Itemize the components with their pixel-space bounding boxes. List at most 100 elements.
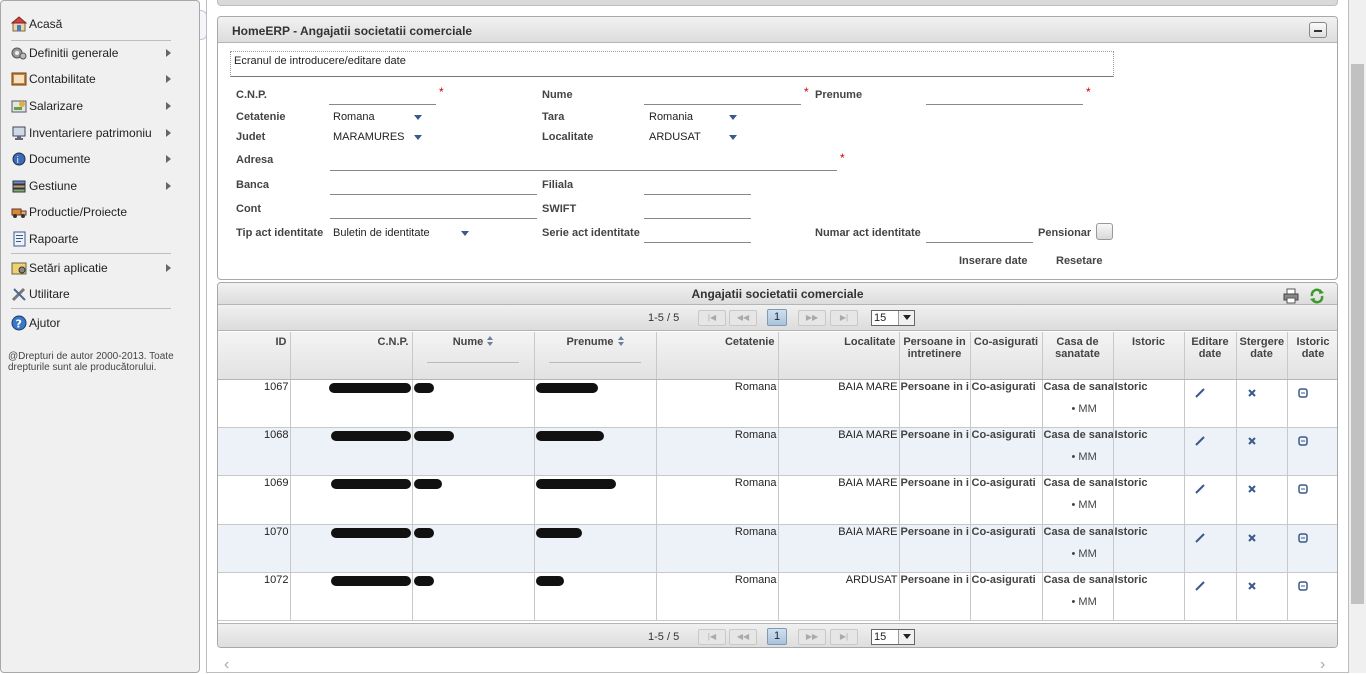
sidebar-item-setari[interactable]: Setări aplicatie	[11, 257, 193, 279]
casa-link[interactable]: Casa de sana	[1044, 381, 1113, 393]
delete-x-icon[interactable]	[1246, 580, 1258, 592]
page-size-select[interactable]: 15	[871, 629, 915, 645]
sidebar-item-documente[interactable]: i Documente	[11, 148, 193, 170]
cell-casa[interactable]: Casa de sana • MM	[1042, 379, 1114, 428]
adresa-input[interactable]	[330, 153, 837, 171]
col-header-nume[interactable]: Nume	[412, 332, 535, 380]
col-header-istoric-date[interactable]: Istoric date	[1287, 332, 1337, 380]
col-header-id[interactable]: ID	[218, 332, 291, 380]
sidebar-item-definitii-generale[interactable]: Definitii generale	[11, 42, 193, 64]
pensionar-checkbox[interactable]	[1096, 223, 1113, 240]
sidebar-item-productie[interactable]: Productie/Proiecte	[11, 201, 193, 223]
last-page-button[interactable]: ▶|	[830, 310, 858, 326]
prev-page-button[interactable]: ◀◀	[729, 629, 757, 645]
delete-x-icon[interactable]	[1246, 483, 1258, 495]
current-page-button[interactable]: 1	[767, 628, 787, 645]
tara-select[interactable]: Romania	[647, 109, 742, 127]
nume-filter-input[interactable]	[427, 362, 519, 363]
next-page-button[interactable]: ▶▶	[798, 310, 826, 326]
current-page-button[interactable]: 1	[767, 309, 787, 326]
table-row[interactable]: 1069 Romana BAIA MARE Persoane in i Co-a…	[218, 475, 1337, 525]
cell-coasigurati-link[interactable]: Co-asigurati	[970, 427, 1043, 477]
scroll-left-icon[interactable]: ‹	[224, 656, 229, 674]
judet-select[interactable]: MARAMURES	[331, 129, 426, 147]
cell-istoric-link[interactable]: Istoric	[1113, 524, 1185, 574]
nume-input[interactable]	[644, 87, 801, 105]
banca-input[interactable]	[330, 177, 537, 195]
sidebar-item-inventariere[interactable]: Inventariere patrimoniu	[11, 122, 193, 144]
cell-coasigurati-link[interactable]: Co-asigurati	[970, 475, 1043, 525]
prenume-input[interactable]	[926, 87, 1083, 105]
table-row[interactable]: 1070 Romana BAIA MARE Persoane in i Co-a…	[218, 524, 1337, 574]
scroll-right-icon[interactable]: ›	[1320, 656, 1325, 674]
sidebar-item-contabilitate[interactable]: Contabilitate	[11, 68, 193, 90]
numar-act-input[interactable]	[926, 225, 1033, 243]
cell-casa[interactable]: Casa de sana • MM	[1042, 524, 1114, 574]
refresh-icon[interactable]	[1309, 288, 1325, 304]
first-page-button[interactable]: |◀	[698, 310, 726, 326]
cell-coasigurati-link[interactable]: Co-asigurati	[970, 524, 1043, 574]
col-header-casa[interactable]: Casa de sanatate	[1042, 332, 1114, 380]
vertical-scrollbar-thumb[interactable]	[1351, 64, 1364, 604]
sort-icon[interactable]	[487, 336, 494, 346]
col-header-localitate[interactable]: Localitate	[778, 332, 900, 380]
sidebar-item-rapoarte[interactable]: Rapoarte	[11, 228, 193, 250]
pencil-icon[interactable]	[1194, 483, 1206, 495]
cell-istoric-link[interactable]: Istoric	[1113, 379, 1185, 428]
col-header-editare[interactable]: Editare date	[1184, 332, 1237, 380]
casa-link[interactable]: Casa de sana	[1044, 574, 1113, 586]
delete-x-icon[interactable]	[1246, 387, 1258, 399]
page-size-select[interactable]: 15	[871, 310, 915, 326]
cell-persoane-link[interactable]: Persoane in i	[899, 572, 971, 622]
minimize-button[interactable]	[1309, 22, 1327, 38]
casa-link[interactable]: Casa de sana	[1044, 526, 1113, 538]
pencil-icon[interactable]	[1194, 435, 1206, 447]
delete-x-icon[interactable]	[1246, 532, 1258, 544]
cell-istoric-link[interactable]: Istoric	[1113, 427, 1185, 477]
delete-x-icon[interactable]	[1246, 435, 1258, 447]
history-icon[interactable]	[1297, 532, 1309, 544]
sidebar-item-ajutor[interactable]: ? Ajutor	[11, 312, 193, 334]
history-icon[interactable]	[1297, 483, 1309, 495]
history-icon[interactable]	[1297, 580, 1309, 592]
sidebar-item-acasa[interactable]: Acasă	[10, 13, 193, 35]
cont-input[interactable]	[330, 201, 537, 219]
cell-persoane-link[interactable]: Persoane in i	[899, 475, 971, 525]
sidebar-item-gestiune[interactable]: Gestiune	[11, 175, 193, 197]
col-header-istoric[interactable]: Istoric	[1113, 332, 1185, 380]
tip-act-select[interactable]: Buletin de identitate	[331, 225, 476, 243]
cnp-input[interactable]	[329, 87, 436, 105]
last-page-button[interactable]: ▶|	[830, 629, 858, 645]
table-row[interactable]: 1072 Romana ARDUSAT Persoane in i Co-asi…	[218, 572, 1337, 622]
filiala-input[interactable]	[644, 177, 751, 195]
reset-button[interactable]: Resetare	[1056, 255, 1102, 267]
cetatenie-select[interactable]: Romana	[331, 109, 426, 127]
localitate-select[interactable]: ARDUSAT	[647, 129, 742, 147]
history-icon[interactable]	[1297, 435, 1309, 447]
cell-casa[interactable]: Casa de sana • MM	[1042, 427, 1114, 477]
pencil-icon[interactable]	[1194, 580, 1206, 592]
print-icon[interactable]	[1283, 288, 1299, 304]
cell-istoric-link[interactable]: Istoric	[1113, 572, 1185, 622]
sidebar-item-salarizare[interactable]: Salarizare	[11, 95, 193, 117]
pencil-icon[interactable]	[1194, 387, 1206, 399]
pencil-icon[interactable]	[1194, 532, 1206, 544]
cell-casa[interactable]: Casa de sana • MM	[1042, 572, 1114, 622]
col-header-prenume[interactable]: Prenume	[534, 332, 657, 380]
sidebar-item-utilitare[interactable]: Utilitare	[11, 283, 193, 305]
first-page-button[interactable]: |◀	[698, 629, 726, 645]
serie-act-input[interactable]	[644, 225, 751, 243]
prev-page-button[interactable]: ◀◀	[729, 310, 757, 326]
cell-persoane-link[interactable]: Persoane in i	[899, 379, 971, 428]
cell-persoane-link[interactable]: Persoane in i	[899, 427, 971, 477]
history-icon[interactable]	[1297, 387, 1309, 399]
sort-icon[interactable]	[617, 336, 624, 346]
cell-coasigurati-link[interactable]: Co-asigurati	[970, 379, 1043, 428]
cell-persoane-link[interactable]: Persoane in i	[899, 524, 971, 574]
insert-button[interactable]: Inserare date	[959, 255, 1027, 267]
prenume-filter-input[interactable]	[549, 362, 641, 363]
cell-coasigurati-link[interactable]: Co-asigurati	[970, 572, 1043, 622]
col-header-cetatenie[interactable]: Cetatenie	[656, 332, 779, 380]
table-row[interactable]: 1068 Romana BAIA MARE Persoane in i Co-a…	[218, 427, 1337, 477]
col-header-persoane[interactable]: Persoane in intretinere	[899, 332, 971, 380]
